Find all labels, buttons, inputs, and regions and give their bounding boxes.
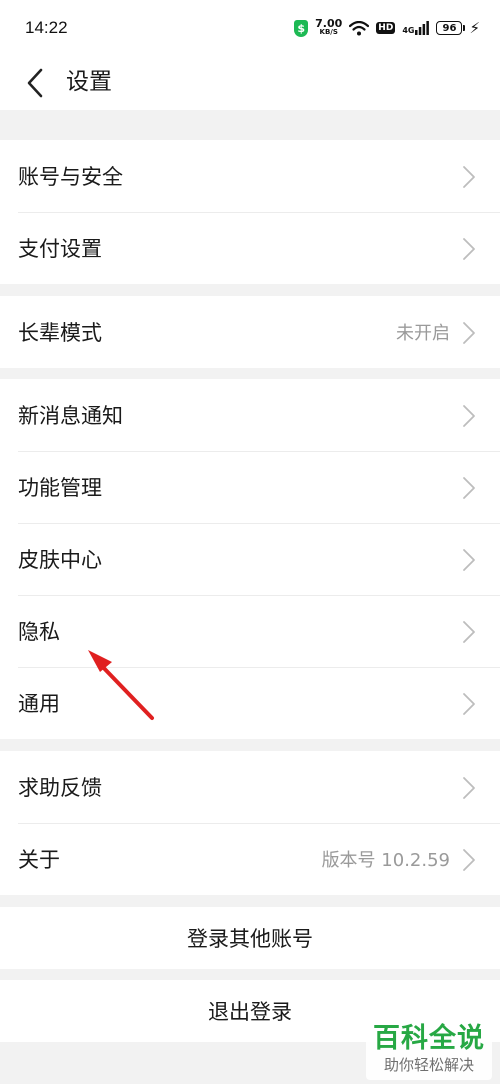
settings-item-features[interactable]: 功能管理 [0,451,500,523]
settings-item-label: 账号与安全 [18,165,123,189]
status-bar: 14:22 $ 7.00 KB/S HD 4G 96 ⚡ [0,0,500,56]
chevron-right-icon [463,849,475,871]
battery-level: 96 [442,22,457,34]
watermark-title: 百科全说 [373,1023,485,1054]
chevron-right-icon [463,405,475,427]
shield-icon: $ [294,19,309,37]
settings-item-help-feedback[interactable]: 求助反馈 [0,751,500,823]
settings-item-elder-mode[interactable]: 长辈模式 未开启 [0,296,500,368]
settings-item-notifications[interactable]: 新消息通知 [0,379,500,451]
settings-group-general: 新消息通知 功能管理 皮肤中心 隐私 通用 [0,379,500,739]
settings-item-account-security[interactable]: 账号与安全 [0,140,500,212]
page-title: 设置 [66,69,112,95]
watermark-subtitle: 助你轻松解决 [383,1056,474,1074]
settings-item-label: 皮肤中心 [18,548,102,572]
chevron-right-icon [463,777,475,799]
settings-item-label: 功能管理 [18,476,102,500]
wifi-icon [349,20,370,35]
settings-item-label: 通用 [18,692,60,716]
watermark-logo: 百科全说 助你轻松解决 [366,1018,492,1080]
settings-item-label: 隐私 [18,620,60,644]
chevron-right-icon [463,549,475,571]
chevron-right-icon [463,621,475,643]
charging-icon: ⚡ [469,18,480,37]
settings-group-support: 求助反馈 关于 版本号 10.2.59 [0,751,500,895]
chevron-right-icon [463,477,475,499]
logout-label: 退出登录 [208,1000,292,1024]
status-time: 14:22 [25,18,68,37]
network-type: 4G [402,26,415,35]
chevron-right-icon [463,238,475,260]
settings-group-account: 账号与安全 支付设置 [0,140,500,284]
settings-item-payment[interactable]: 支付设置 [0,212,500,284]
settings-item-value: 未开启 [396,323,450,344]
network-speed-value: 7.00 [315,17,343,30]
title-bar: 设置 [0,56,500,110]
settings-item-label: 长辈模式 [18,321,102,345]
settings-page: 14:22 $ 7.00 KB/S HD 4G 96 ⚡ 设置 账号与安全 支付… [0,0,500,1084]
battery-icon: 96 [436,21,466,35]
network-speed-unit: KB/S [319,28,338,36]
chevron-left-icon [27,68,43,98]
status-icons: $ 7.00 KB/S HD 4G 96 ⚡ [294,17,480,37]
settings-item-label: 关于 [18,848,60,872]
settings-group-elder: 长辈模式 未开启 [0,296,500,368]
settings-item-privacy[interactable]: 隐私 [0,595,500,667]
settings-item-label: 新消息通知 [18,404,123,428]
chevron-right-icon [463,166,475,188]
settings-item-label: 求助反馈 [18,776,102,800]
network-speed: 7.00 KB/S [315,17,343,37]
signal-icon [415,21,430,35]
signal-indicator: 4G [402,21,430,35]
switch-account-button[interactable]: 登录其他账号 [0,907,500,969]
chevron-right-icon [463,322,475,344]
chevron-right-icon [463,693,475,715]
settings-item-about[interactable]: 关于 版本号 10.2.59 [0,823,500,895]
version-label: 版本号 10.2.59 [321,850,450,871]
settings-item-general[interactable]: 通用 [0,667,500,739]
settings-item-label: 支付设置 [18,237,102,261]
settings-item-skin[interactable]: 皮肤中心 [0,523,500,595]
switch-account-label: 登录其他账号 [187,927,313,951]
back-button[interactable] [24,66,48,100]
hd-badge: HD [376,22,396,34]
